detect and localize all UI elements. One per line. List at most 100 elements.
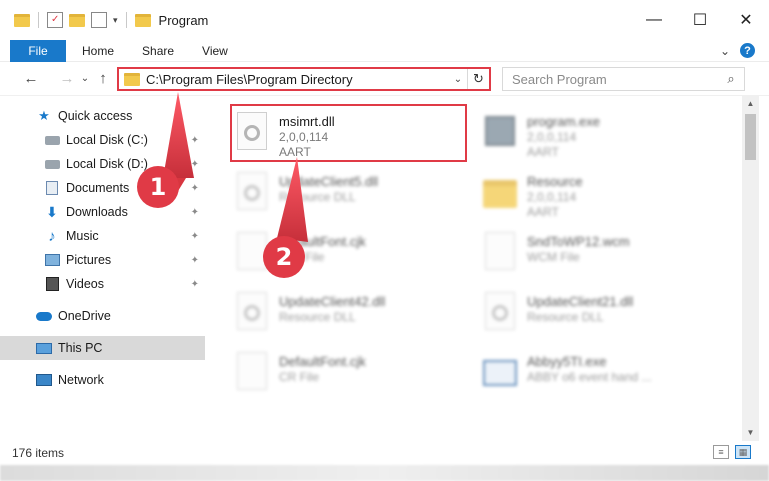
sidebar-item-label: This PC: [58, 341, 103, 355]
help-icon[interactable]: ?: [740, 43, 755, 58]
pin-icon[interactable]: ✦: [191, 183, 199, 194]
sidebar-item-label: Downloads: [66, 205, 128, 219]
file-item-updateclient21-dll[interactable]: UpdateClient21.dll Resource DLL: [479, 286, 719, 342]
scroll-up-arrow[interactable]: ▲: [742, 96, 759, 112]
file-item-updateclient5-dll[interactable]: UpdateClient5.dll Resource DLL: [231, 166, 471, 222]
file-icon: [235, 352, 271, 394]
pin-icon[interactable]: ✦: [191, 135, 199, 146]
vertical-scrollbar[interactable]: ▲ ▼: [742, 96, 759, 441]
pictures-icon: [44, 253, 60, 267]
sidebar-item-local-disk-d[interactable]: Local Disk (D:) ✦: [0, 152, 205, 176]
file-item-updateclient42-dll[interactable]: UpdateClient42.dll Resource DLL: [231, 286, 471, 342]
file-item-sndtowp12-wcm[interactable]: SndToWP12.wcm WCM File: [479, 226, 719, 282]
sidebar-item-music[interactable]: ♪ Music ✦: [0, 224, 205, 248]
sidebar-item-videos[interactable]: Videos ✦: [0, 272, 205, 296]
sidebar-item-downloads[interactable]: ⬇ Downloads ✦: [0, 200, 205, 224]
file-type: ABBY o6 event hand ...: [527, 370, 652, 384]
file-version: 2,0,0,114: [527, 130, 577, 144]
scroll-thumb[interactable]: [745, 114, 756, 160]
file-name: UpdateClient21.dll: [527, 294, 634, 309]
address-dropdown-icon[interactable]: ⌄: [449, 74, 467, 85]
address-bar[interactable]: C:\Program Files\Program Directory ⌄ ↻: [117, 67, 491, 91]
sidebar-item-label: Network: [58, 373, 104, 387]
up-button[interactable]: ↑: [92, 70, 114, 87]
tab-view[interactable]: View: [188, 44, 242, 58]
documents-icon: [44, 181, 60, 195]
file-type: Resource DLL: [279, 310, 356, 324]
sidebar-item-this-pc[interactable]: This PC: [0, 336, 205, 360]
file-name: DefaultFont.cjk: [279, 354, 366, 369]
back-button[interactable]: ←: [20, 70, 42, 87]
refresh-button[interactable]: ↻: [467, 69, 489, 89]
onedrive-icon: [36, 309, 52, 323]
forward-button[interactable]: →: [56, 70, 78, 87]
expand-ribbon-icon[interactable]: ⌄: [720, 44, 730, 58]
file-item-abbyy5ti-exe[interactable]: Abbyy5TI.exe ABBY o6 event hand ...: [479, 346, 719, 402]
drive-icon: [44, 157, 60, 171]
downloads-icon: ⬇: [46, 203, 58, 220]
minimize-button[interactable]: —: [631, 0, 677, 40]
dll-icon: [235, 292, 271, 334]
status-bar: 176 items ≡ ▦: [0, 441, 769, 465]
file-item-program-exe[interactable]: program.exe 2,0,0,114 AART: [479, 106, 719, 162]
tab-share[interactable]: Share: [128, 44, 188, 58]
navigation-bar: ← → ⌄ ↑ C:\Program Files\Program Directo…: [0, 62, 769, 96]
sidebar-item-label: Pictures: [66, 253, 112, 267]
sidebar-item-label: Quick access: [58, 109, 133, 123]
exe-icon: [483, 112, 519, 154]
search-box[interactable]: Search Program ⌕: [502, 67, 745, 91]
file-name: Resource: [527, 174, 583, 189]
toolbar-separator: [125, 12, 127, 28]
file-version: 2,0,0,114: [527, 190, 577, 204]
recent-locations-button[interactable]: ⌄: [78, 73, 92, 84]
this-pc-icon: [36, 341, 52, 355]
file-name: UpdateClient5.dll: [279, 174, 379, 189]
file-icon: [483, 232, 519, 274]
pin-icon[interactable]: ✦: [191, 159, 199, 170]
qat-dropdown-icon[interactable]: ▾: [113, 15, 118, 26]
file-type: Resource DLL: [279, 190, 356, 204]
sidebar-item-onedrive[interactable]: OneDrive: [0, 304, 205, 328]
sidebar-item-label: Documents: [66, 181, 130, 195]
title-bar: ✓ ▾ Program — ☐ ✕: [0, 0, 769, 40]
ribbon-tabs: File Home Share View ⌄ ?: [0, 39, 769, 62]
sidebar-item-quick-access[interactable]: ★ Quick access: [0, 104, 205, 128]
tab-home[interactable]: Home: [68, 44, 128, 58]
music-icon: ♪: [48, 227, 56, 245]
file-type: Resource DLL: [527, 310, 604, 324]
window-icon: [483, 352, 519, 394]
properties-icon[interactable]: ✓: [47, 12, 63, 28]
dll-icon: [483, 292, 519, 334]
file-name: program.exe: [527, 114, 600, 129]
sidebar-item-label: OneDrive: [58, 309, 111, 323]
file-item-defaultfont-cjk-2[interactable]: DefaultFont.cjk CR File: [231, 346, 471, 402]
sidebar-item-network[interactable]: Network: [0, 368, 205, 392]
window-title: Program: [158, 12, 209, 28]
view-switcher: ≡ ▦: [713, 445, 751, 459]
scroll-down-arrow[interactable]: ▼: [742, 425, 759, 441]
close-button[interactable]: ✕: [723, 0, 769, 40]
pin-icon[interactable]: ✦: [191, 255, 199, 266]
pin-icon[interactable]: ✦: [191, 207, 199, 218]
search-icon[interactable]: ⌕: [718, 71, 744, 87]
file-type: CR File: [279, 370, 320, 384]
tiles-view-icon[interactable]: ▦: [735, 445, 751, 459]
address-path[interactable]: C:\Program Files\Program Directory: [146, 72, 449, 87]
window-controls: — ☐ ✕: [631, 0, 769, 40]
item-count: 176 items: [12, 446, 65, 460]
sidebar-item-pictures[interactable]: Pictures ✦: [0, 248, 205, 272]
file-name: SndToWP12.wcm: [527, 234, 630, 249]
customize-toolbar-icon[interactable]: [91, 12, 107, 28]
maximize-button[interactable]: ☐: [677, 0, 723, 40]
tab-file[interactable]: File: [10, 39, 66, 62]
search-input[interactable]: Search Program: [512, 72, 718, 87]
folder-icon: [483, 172, 519, 214]
pin-icon[interactable]: ✦: [191, 279, 199, 290]
navigation-pane: ★ Quick access Local Disk (C:) ✦ Local D…: [0, 96, 205, 441]
new-folder-icon[interactable]: [69, 13, 85, 27]
details-view-icon[interactable]: ≡: [713, 445, 729, 459]
file-item-resource[interactable]: Resource 2,0,0,114 AART: [479, 166, 719, 222]
sidebar-item-local-disk-c[interactable]: Local Disk (C:) ✦: [0, 128, 205, 152]
window-folder-icon: [134, 13, 151, 27]
pin-icon[interactable]: ✦: [191, 231, 199, 242]
